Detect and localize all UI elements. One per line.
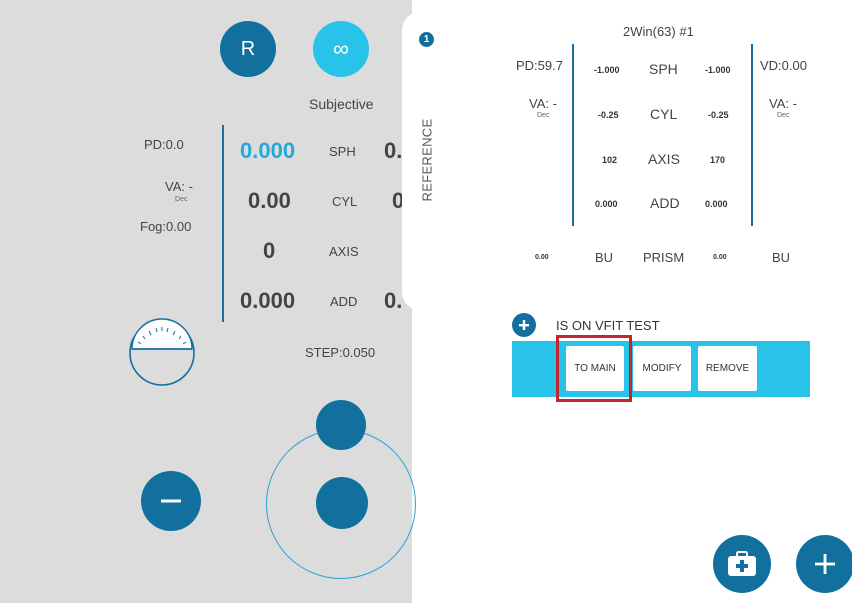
fog-label: Fog:0.00 bbox=[140, 219, 192, 234]
decrease-button[interactable] bbox=[141, 471, 201, 531]
reference-right-divider bbox=[751, 44, 753, 226]
infinity-button[interactable]: ∞ bbox=[313, 21, 369, 77]
vfit-status-icon[interactable] bbox=[512, 313, 536, 337]
plus-icon bbox=[815, 554, 835, 574]
reference-vd: VD:0.00 bbox=[760, 58, 807, 73]
vfit-status-text: IS ON VFIT TEST bbox=[556, 318, 660, 333]
mode-label: Subjective bbox=[309, 96, 374, 112]
add-next-value: 0. bbox=[384, 288, 403, 313]
sph-next-value: 0. bbox=[384, 138, 403, 163]
ref-prism-right-value: 0.00 bbox=[713, 254, 727, 261]
infinity-icon: ∞ bbox=[333, 36, 349, 61]
ref-prism-left-value: 0.00 bbox=[535, 254, 549, 261]
add-value[interactable]: 0.000 bbox=[240, 288, 295, 314]
modify-button[interactable]: MODIFY bbox=[633, 346, 691, 391]
protractor-icon bbox=[128, 318, 196, 388]
cyl-value[interactable]: 0.00 bbox=[248, 188, 291, 214]
sph-label: SPH bbox=[329, 144, 356, 159]
ref-add-left: 0.000 bbox=[595, 199, 618, 209]
ref-prism-left-direction: BU bbox=[595, 250, 614, 265]
ref-sph-right: -1.000 bbox=[705, 65, 731, 75]
eye-select-label: R bbox=[240, 37, 256, 60]
reference-va-left-unit: Dec bbox=[537, 112, 550, 119]
ref-prism-label: PRISM bbox=[643, 250, 685, 265]
axis-value[interactable]: 0 bbox=[263, 238, 275, 264]
pd-label: PD:0.0 bbox=[144, 137, 184, 152]
reference-va-right: VA: - bbox=[769, 96, 797, 111]
joystick-top-knob[interactable] bbox=[316, 400, 366, 450]
sph-value[interactable]: 0.000 bbox=[240, 138, 295, 164]
reference-va-left: VA: - bbox=[529, 96, 557, 111]
va-unit-label: Dec bbox=[175, 196, 188, 203]
ref-cyl-label: CYL bbox=[650, 106, 678, 122]
to-main-button[interactable]: TO MAIN bbox=[566, 346, 624, 391]
reference-va-right-unit: Dec bbox=[777, 112, 790, 119]
va-label: VA: - bbox=[165, 179, 193, 194]
reference-pd: PD:59.7 bbox=[516, 58, 563, 73]
medical-kit-button[interactable] bbox=[713, 535, 771, 593]
ref-add-label: ADD bbox=[650, 195, 680, 211]
medical-kit-icon bbox=[728, 551, 756, 576]
reference-tab-label: REFERENCE bbox=[419, 118, 435, 202]
step-label: STEP:0.050 bbox=[305, 345, 376, 360]
axis-label: AXIS bbox=[329, 244, 359, 259]
reference-count-badge: 1 bbox=[419, 32, 434, 47]
ref-axis-left: 102 bbox=[602, 155, 618, 165]
ref-sph-label: SPH bbox=[649, 61, 678, 77]
ref-axis-right: 170 bbox=[710, 155, 726, 165]
ref-cyl-left: -0.25 bbox=[598, 110, 619, 120]
ref-prism-right-direction: BU bbox=[772, 250, 791, 265]
ref-add-right: 0.000 bbox=[705, 199, 728, 209]
ref-cyl-right: -0.25 bbox=[708, 110, 729, 120]
remove-button[interactable]: REMOVE bbox=[698, 346, 757, 391]
add-button[interactable] bbox=[796, 535, 852, 593]
ref-sph-left: -1.000 bbox=[594, 65, 620, 75]
left-divider bbox=[222, 125, 224, 322]
eye-select-button[interactable]: R bbox=[220, 21, 276, 77]
minus-icon bbox=[161, 499, 181, 503]
reference-panel bbox=[402, 12, 850, 310]
add-label: ADD bbox=[330, 294, 358, 309]
cyl-label: CYL bbox=[332, 194, 358, 209]
ref-axis-label: AXIS bbox=[648, 151, 680, 167]
reference-title: 2Win(63) #1 bbox=[623, 24, 694, 39]
reference-left-divider bbox=[572, 44, 574, 226]
joystick-center-knob[interactable] bbox=[316, 477, 368, 529]
vfit-add-icon bbox=[519, 320, 529, 330]
